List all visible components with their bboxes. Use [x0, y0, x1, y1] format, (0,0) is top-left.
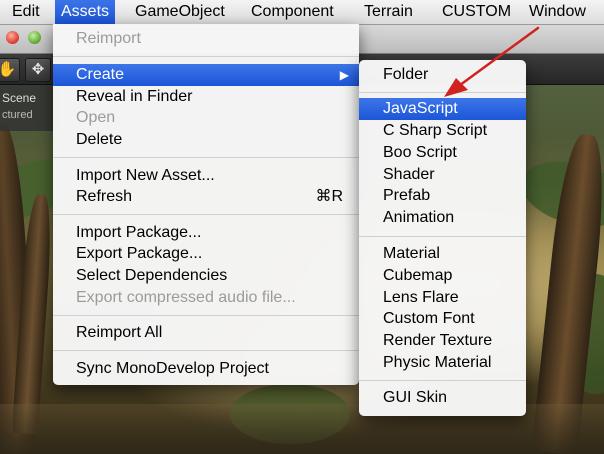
close-window-button[interactable] — [6, 31, 19, 44]
menu-item-prefab[interactable]: Prefab — [359, 185, 526, 207]
menu-item-label: Import Package... — [76, 224, 202, 241]
create-submenu: Folder JavaScript C Sharp Script Boo Scr… — [359, 60, 526, 416]
keyboard-shortcut: ⌘R — [315, 188, 343, 205]
menu-item-export-compressed-audio[interactable]: Export compressed audio file... — [53, 287, 359, 309]
menu-item-label: C Sharp Script — [383, 122, 488, 139]
menu-item-reimport[interactable]: Reimport — [53, 28, 359, 50]
menu-item-label: Shader — [383, 166, 435, 183]
menu-separator — [53, 157, 359, 158]
menu-separator — [53, 350, 359, 351]
menu-item-label: Material — [383, 245, 440, 262]
menu-item-import-package[interactable]: Import Package... — [53, 222, 359, 244]
menu-item-label: Import New Asset... — [76, 167, 215, 184]
menu-item-label: Animation — [383, 209, 455, 226]
menu-terrain[interactable]: Terrain — [358, 0, 419, 24]
menu-item-boo-script[interactable]: Boo Script — [359, 142, 526, 164]
menu-item-export-package[interactable]: Export Package... — [53, 243, 359, 265]
menu-item-material[interactable]: Material — [359, 243, 526, 265]
menu-item-animation[interactable]: Animation — [359, 207, 526, 229]
menu-item-render-texture[interactable]: Render Texture — [359, 330, 526, 352]
menu-item-physic-material[interactable]: Physic Material — [359, 352, 526, 374]
menu-separator — [359, 380, 526, 381]
menu-item-reimport-all[interactable]: Reimport All — [53, 322, 359, 344]
menu-item-label: Export compressed audio file... — [76, 289, 296, 306]
menu-item-label: Export Package... — [76, 245, 203, 262]
menu-custom[interactable]: CUSTOM — [436, 0, 517, 24]
move-tool-button[interactable]: ✥ — [25, 58, 51, 82]
menu-item-label: Render Texture — [383, 332, 493, 349]
hand-icon: ✋ — [0, 61, 17, 78]
menu-item-label: Delete — [76, 131, 123, 148]
menu-item-label: Boo Script — [383, 144, 457, 161]
move-arrows-icon: ✥ — [31, 61, 45, 78]
menu-item-refresh[interactable]: Refresh ⌘R — [53, 186, 359, 208]
scene-render-mode-label: ctured — [2, 109, 33, 121]
menu-item-import-new-asset[interactable]: Import New Asset... — [53, 165, 359, 187]
menu-item-label: JavaScript — [383, 100, 458, 117]
menu-item-shader[interactable]: Shader — [359, 164, 526, 186]
menu-component[interactable]: Component — [245, 0, 340, 24]
menu-item-label: Select Dependencies — [76, 267, 228, 284]
menu-item-reveal-in-finder[interactable]: Reveal in Finder — [53, 86, 359, 108]
submenu-triangle-icon: ▶ — [339, 68, 349, 82]
menu-item-label: Lens Flare — [383, 289, 459, 306]
menu-gameobject[interactable]: GameObject — [129, 0, 231, 24]
menu-edit[interactable]: Edit — [6, 0, 46, 24]
menu-item-label: Reimport All — [76, 324, 163, 341]
menu-separator — [359, 236, 526, 237]
scene-tab-label: Scene — [2, 91, 37, 105]
menu-item-lens-flare[interactable]: Lens Flare — [359, 287, 526, 309]
menu-item-folder[interactable]: Folder — [359, 64, 526, 86]
menu-separator — [53, 56, 359, 57]
menu-item-label: Physic Material — [383, 354, 492, 371]
menu-item-create[interactable]: Create ▶ — [53, 64, 359, 86]
menu-item-gui-skin[interactable]: GUI Skin — [359, 387, 526, 409]
menu-item-label: Reimport — [76, 30, 141, 47]
menu-item-label: GUI Skin — [383, 389, 448, 406]
menu-item-delete[interactable]: Delete — [53, 129, 359, 151]
menu-item-label: Create — [76, 66, 125, 83]
menu-separator — [53, 214, 359, 215]
scene-tab[interactable]: Scene ctured — [0, 85, 60, 131]
menu-item-label: Sync MonoDevelop Project — [76, 360, 269, 377]
hand-tool-button[interactable]: ✋ — [0, 58, 20, 82]
menu-item-javascript[interactable]: JavaScript — [359, 98, 526, 120]
menu-assets[interactable]: Assets — [55, 0, 116, 24]
menu-item-label: Custom Font — [383, 310, 475, 327]
menu-separator — [359, 92, 526, 93]
menu-item-open[interactable]: Open — [53, 107, 359, 129]
menu-item-sync-monodevelop[interactable]: Sync MonoDevelop Project — [53, 358, 359, 380]
menu-item-label: Refresh — [76, 188, 133, 205]
zoom-window-button[interactable] — [28, 31, 41, 44]
menu-item-csharp-script[interactable]: C Sharp Script — [359, 120, 526, 142]
assets-dropdown-menu: Reimport Create ▶ Reveal in Finder Open … — [53, 24, 359, 385]
menu-separator — [53, 315, 359, 316]
menu-item-label: Reveal in Finder — [76, 88, 193, 105]
menu-bar: Edit Assets GameObject Component Terrain… — [0, 0, 604, 25]
menu-item-select-dependencies[interactable]: Select Dependencies — [53, 265, 359, 287]
menu-item-label: Open — [76, 109, 116, 126]
menu-item-label: Cubemap — [383, 267, 453, 284]
menu-window[interactable]: Window — [523, 0, 592, 24]
menu-item-cubemap[interactable]: Cubemap — [359, 265, 526, 287]
menu-item-custom-font[interactable]: Custom Font — [359, 308, 526, 330]
menu-item-label: Folder — [383, 66, 429, 83]
menu-item-label: Prefab — [383, 187, 431, 204]
